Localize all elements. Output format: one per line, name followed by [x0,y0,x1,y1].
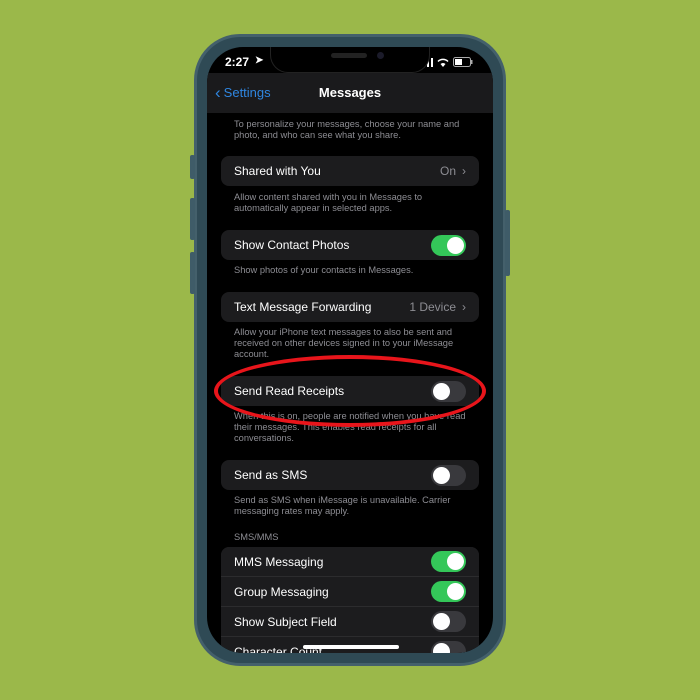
row-footer: Send as SMS when iMessage is unavailable… [234,495,451,516]
battery-icon [453,57,473,67]
section-header: SMS/MMS [234,532,279,542]
row-label: Send as SMS [234,468,308,482]
row-footer: Allow content shared with you in Message… [234,192,423,213]
row-label: Show Contact Photos [234,238,350,252]
group-messaging-toggle[interactable] [431,581,466,602]
text-message-forwarding-row[interactable]: Text Message Forwarding 1 Device › [221,292,479,322]
row-footer: Show photos of your contacts in Messages… [234,265,414,275]
notch [270,47,430,73]
power-button [505,210,510,276]
show-subject-field-toggle[interactable] [431,611,466,632]
screen: 2:27 ➤ ‹ Settings Messages To personalize… [207,47,493,653]
status-time: 2:27 [225,55,250,69]
row-label: Show Subject Field [234,614,337,629]
show-subject-field-row: Show Subject Field [221,607,479,637]
volume-up-button [190,198,195,240]
wifi-icon [437,58,449,67]
highlight-ring [214,355,486,427]
home-indicator[interactable] [303,645,399,649]
row-label: Shared with You [234,164,321,178]
row-value: 1 Device [409,300,456,314]
show-contact-photos-toggle[interactable] [431,234,466,256]
show-contact-photos-row: Show Contact Photos [221,230,479,260]
group-messaging-row: Group Messaging [221,577,479,607]
row-label: Text Message Forwarding [234,300,372,314]
row-label: Group Messaging [234,584,329,599]
row-label: MMS Messaging [234,554,324,569]
character-count-toggle[interactable] [431,641,466,653]
mms-messaging-toggle[interactable] [431,551,466,572]
shared-with-you-row[interactable]: Shared with You On › [221,156,479,186]
sms-mms-group: MMS Messaging Group Messaging Show Subje… [221,547,479,653]
chevron-right-icon: › [462,164,466,178]
profile-footer: To personalize your messages, choose you… [234,119,460,140]
row-value: On [439,164,456,178]
send-as-sms-row: Send as SMS [221,460,479,490]
nav-bar: ‹ Settings Messages [207,73,493,113]
chevron-right-icon: › [462,300,466,314]
mms-messaging-row: MMS Messaging [221,547,479,577]
volume-down-button [190,252,195,294]
mute-switch [190,155,195,179]
page-title: Messages [318,85,382,100]
send-as-sms-toggle[interactable] [431,464,466,486]
location-icon: ➤ [255,55,264,66]
